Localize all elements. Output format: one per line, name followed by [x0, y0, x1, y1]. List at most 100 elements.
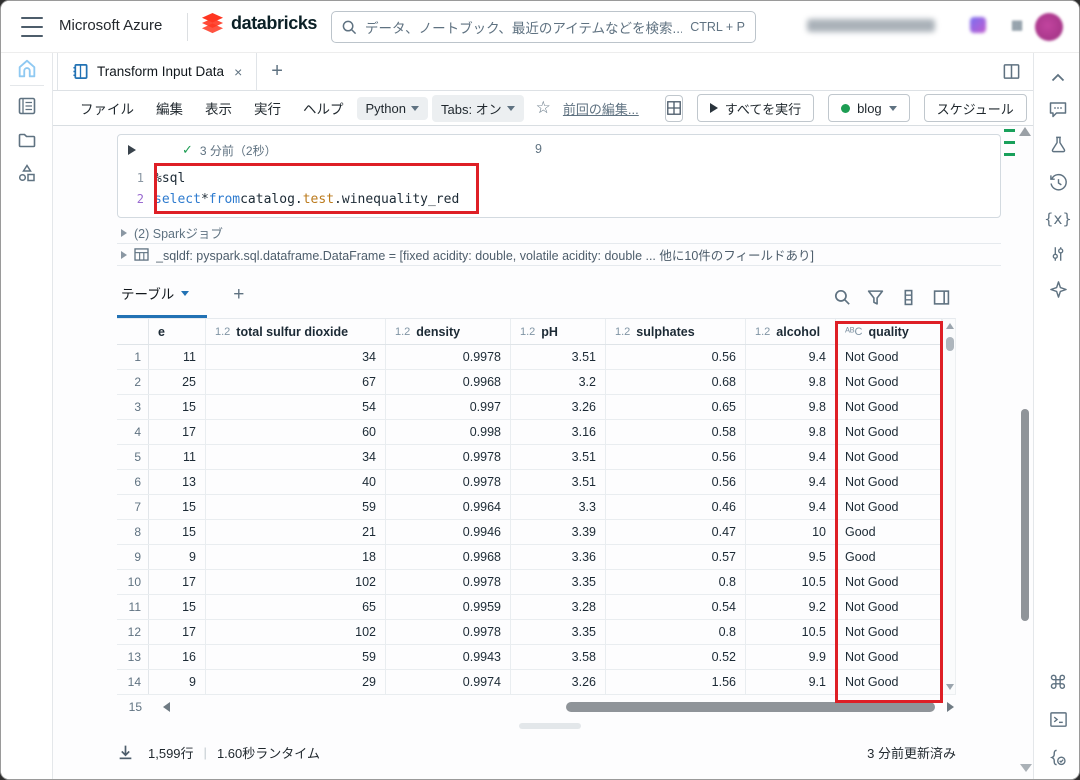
run-all-button[interactable]: すべてを実行 [697, 94, 814, 122]
column-header-e[interactable]: e [149, 319, 206, 344]
workflow-icon [17, 163, 37, 183]
column-header-quality[interactable]: ᴬᴮCquality [836, 319, 942, 344]
split-view-icon[interactable] [1002, 62, 1021, 81]
row-number: 14 [117, 670, 149, 694]
row-options-icon[interactable] [900, 289, 917, 306]
sqldf-dataframe-toggle[interactable]: _sqldf: pyspark.sql.dataframe.DataFrame … [117, 244, 1001, 266]
results-resize-handle[interactable] [519, 723, 581, 729]
run-cell-icon[interactable] [128, 145, 136, 155]
scroll-right-icon[interactable] [947, 702, 954, 712]
cell-run-status: 3 分前（2秒） [200, 142, 277, 159]
tabs-toggle[interactable]: Tabs: オン [432, 95, 524, 122]
column-header-alcohol[interactable]: 1.2alcohol [746, 319, 836, 344]
filter-icon[interactable] [867, 289, 884, 306]
language-selector[interactable]: Python [357, 97, 428, 120]
horizontal-scrollbar[interactable] [174, 702, 943, 712]
cell-header: ✓ 3 分前（2秒） 9 [118, 135, 1000, 165]
menu-file[interactable]: ファイル [71, 94, 143, 122]
table-cell: 3.26 [511, 395, 606, 419]
notebook-scroll-down-icon[interactable] [1020, 764, 1032, 772]
column-header-density[interactable]: 1.2density [386, 319, 511, 344]
menu-run[interactable]: 実行 [245, 94, 290, 122]
lint-check-icon[interactable] [1046, 745, 1070, 769]
table-row: 613400.99783.510.569.4Not Good [117, 470, 942, 495]
data-table: e1.2total sulfur dioxide1.2density1.2pH1… [117, 318, 942, 695]
comments-icon[interactable] [1046, 97, 1070, 121]
layout-grid-button[interactable] [665, 95, 683, 122]
side-panel-icon[interactable] [933, 289, 950, 306]
databricks-logo[interactable]: databricks [201, 12, 317, 35]
notebook-tab-bar: Transform Input Data × + [53, 53, 1033, 91]
table-cell: 0.9964 [386, 495, 511, 519]
last-edit-link[interactable]: 前回の編集... [563, 99, 639, 118]
code-line[interactable]: 2select * from catalog.test.winequality_… [118, 189, 1000, 210]
cluster-selector[interactable]: blog [828, 94, 910, 122]
table-cell: 9.8 [746, 370, 836, 394]
portal-grid-icon[interactable]: ▦ [1009, 17, 1025, 33]
scrollbar-thumb[interactable] [946, 337, 954, 351]
tab-transform-input-data[interactable]: Transform Input Data × [57, 53, 257, 90]
table-cell: 0.56 [606, 445, 746, 469]
sidebar-item-workflows[interactable] [15, 161, 39, 185]
sidebar-item-workspace-folder[interactable] [15, 128, 39, 152]
tabs-toggle-label: Tabs: オン [441, 99, 502, 118]
sidebar-item-notebooks[interactable] [15, 94, 39, 118]
column-label: sulphates [636, 325, 694, 339]
code-line[interactable]: 1%sql [118, 168, 1000, 189]
table-cell: 17 [149, 570, 206, 594]
folder-icon [17, 130, 37, 150]
favorite-star-icon[interactable]: ☆ [528, 98, 559, 118]
schedule-button[interactable]: スケジュール [924, 94, 1027, 122]
hamburger-menu-icon[interactable] [21, 17, 43, 37]
table-cell: 3.3 [511, 495, 606, 519]
terminal-icon[interactable] [1046, 707, 1070, 731]
version-history-icon[interactable] [1046, 170, 1070, 194]
column-header-pH[interactable]: 1.2pH [511, 319, 606, 344]
menu-view[interactable]: 表示 [196, 94, 241, 122]
column-header-total-sulfur-dioxide[interactable]: 1.2total sulfur dioxide [206, 319, 386, 344]
numeric-type-icon: 1.2 [520, 326, 535, 338]
chevron-down-icon [507, 106, 515, 111]
brand-wordmark: databricks [231, 13, 317, 34]
search-results-icon[interactable] [834, 289, 851, 306]
workspace-name-redacted[interactable] [807, 19, 935, 32]
code-editor[interactable]: 1%sql2select * from catalog.test.winequa… [118, 165, 1000, 217]
sidebar-item-home[interactable] [15, 57, 39, 81]
avatar[interactable] [1035, 13, 1063, 41]
global-search-input[interactable]: データ、ノートブック、最近のアイテムなどを検索... CTRL + P [331, 11, 756, 43]
table-cell: 9.4 [746, 445, 836, 469]
table-cell: 25 [149, 370, 206, 394]
download-icon[interactable] [117, 744, 134, 761]
shortcuts-command-icon[interactable]: ⌘ [1046, 671, 1070, 695]
table-vertical-scrollbar[interactable] [942, 318, 956, 695]
new-tab-button[interactable]: + [257, 53, 297, 90]
spark-jobs-toggle[interactable]: (2) Sparkジョブ [117, 222, 1001, 244]
scroll-down-icon[interactable] [946, 684, 954, 690]
variables-icon[interactable]: {x} [1046, 207, 1070, 231]
menu-edit[interactable]: 編集 [147, 94, 192, 122]
table-row: 1115650.99593.280.549.2Not Good [117, 595, 942, 620]
scroll-left-icon[interactable] [163, 702, 170, 712]
column-label: density [416, 325, 460, 339]
credits-icon[interactable] [970, 17, 986, 33]
collapse-panel-icon[interactable] [1046, 65, 1070, 89]
tab-close-icon[interactable]: × [232, 64, 244, 80]
notebook-scrollbar-thumb[interactable] [1021, 409, 1029, 621]
table-cell: 3.39 [511, 520, 606, 544]
minimap-change-mark [1004, 129, 1015, 132]
scroll-up-icon[interactable] [946, 323, 954, 329]
column-header-sulphates[interactable]: 1.2sulphates [606, 319, 746, 344]
table-cell: 11 [149, 345, 206, 369]
table-cell: 3.2 [511, 370, 606, 394]
hscrollbar-thumb[interactable] [566, 702, 935, 712]
notebook-list-icon [17, 96, 37, 116]
environment-settings-icon[interactable] [1046, 242, 1070, 266]
add-visualization-button[interactable]: + [207, 284, 244, 318]
menu-help[interactable]: ヘルプ [294, 94, 353, 122]
notebook-scroll-up-icon[interactable] [1019, 127, 1031, 136]
assistant-sparkle-icon[interactable] [1046, 277, 1070, 301]
main-area: Transform Input Data × + ファイル 編集 表示 実行 ヘ… [53, 53, 1033, 780]
table-cell: 9.8 [746, 395, 836, 419]
experiments-flask-icon[interactable] [1046, 132, 1070, 156]
table-view-tab[interactable]: テーブル [117, 283, 207, 318]
